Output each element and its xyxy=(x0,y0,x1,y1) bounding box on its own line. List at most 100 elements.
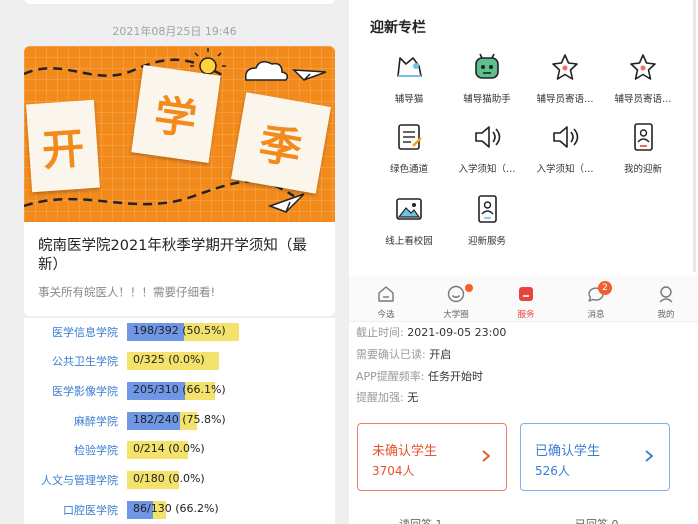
grid-item-label: 迎新服务 xyxy=(467,236,506,247)
grid-item-online-campus[interactable]: 线上看校园 xyxy=(369,194,449,254)
progress-text: 0/214 (0.0%) xyxy=(133,442,205,455)
tab-label: 今选 xyxy=(377,310,395,320)
grid-item-label: 我的迎新 xyxy=(623,164,662,175)
tab-me[interactable]: 我的 xyxy=(636,283,696,321)
cover-note-2: 学 xyxy=(131,65,221,163)
article-subtitle: 事关所有皖医人！！！需要仔细看! xyxy=(38,285,216,299)
bottom-tab-bar: 今选 大学圈 服务 2 消息 我的 xyxy=(349,276,698,322)
tab-today[interactable]: 今选 xyxy=(356,283,416,321)
grid-item-cat[interactable]: 辅导猫 xyxy=(369,52,449,112)
scrollbar[interactable] xyxy=(693,0,696,272)
tab-label: 大学圈 xyxy=(443,310,469,320)
task-panel: 今选 大学圈 服务 2 消息 我的 截止时间: 2021-09-05 23:00… xyxy=(349,276,698,524)
college-progress-panel: 医学信息学院 198/392 (50.5%) 公共卫生学院 0/325 (0.0… xyxy=(0,318,349,524)
progress-list: 医学信息学院 198/392 (50.5%) 公共卫生学院 0/325 (0.0… xyxy=(24,318,335,524)
confirm-read-value: 开启 xyxy=(429,348,452,361)
progress-text: 0/180 (0.0%) xyxy=(133,472,205,485)
section-title: 迎新专栏 xyxy=(370,20,426,36)
message-count-badge: 2 xyxy=(598,281,612,295)
college-name: 检验学院 xyxy=(74,444,118,457)
grid-item-label: 线上看校园 xyxy=(385,236,433,247)
speaker-icon xyxy=(553,126,579,148)
grid-item-label: 辅导员寄语… xyxy=(614,94,672,105)
tab-label: 服务 xyxy=(517,310,535,320)
grid-item-label: 入学须知（… xyxy=(458,164,516,175)
reminder-frequency-row: APP提醒频率: 任务开始时 xyxy=(356,368,483,384)
college-name: 医学影像学院 xyxy=(52,385,118,398)
phone-icon xyxy=(634,123,653,151)
college-name: 公共卫生学院 xyxy=(52,355,118,368)
article-panel: 2021年08月25日 19:46 开 学 季 皖南医学院2021年秋季学期开学… xyxy=(0,0,349,318)
grid-item-admission-notice-1[interactable]: 入学须知（… xyxy=(447,122,527,182)
reminder-enhance-label: 提醒加强: xyxy=(356,391,408,404)
reminder-frequency-label: APP提醒频率: xyxy=(356,370,428,383)
grid-item-label: 辅导猫 xyxy=(394,94,424,105)
grid-item-my-welcome[interactable]: 我的迎新 xyxy=(603,122,683,182)
college-name: 麻醉学院 xyxy=(74,415,118,428)
cover-note-3: 季 xyxy=(231,92,331,194)
grid-item-counselor-message-1[interactable]: 辅导员寄语… xyxy=(525,52,605,112)
college-name: 医学信息学院 xyxy=(52,326,118,339)
confirmed-students-card[interactable]: 已确认学生 526人 xyxy=(520,423,670,491)
star-icon xyxy=(630,54,656,80)
grid-item-robot[interactable]: 辅导猫助手 xyxy=(447,52,527,112)
progress-text: 0/325 (0.0%) xyxy=(133,353,205,366)
previous-card-edge xyxy=(24,0,335,4)
article-timestamp: 2021年08月25日 19:46 xyxy=(112,25,237,38)
tab-label: 我的 xyxy=(657,310,675,320)
article-title[interactable]: 皖南医学院2021年秋季学期开学须知（最新） xyxy=(38,237,328,275)
deadline-value: 2021-09-05 23:00 xyxy=(407,326,507,339)
grid-item-label: 入学须知（… xyxy=(536,164,594,175)
unconfirmed-students-card[interactable]: 未确认学生 3704人 xyxy=(357,423,507,491)
deadline-row: 截止时间: 2021-09-05 23:00 xyxy=(356,324,506,340)
progress-row[interactable]: 麻醉学院 182/240 (75.8%) xyxy=(0,410,349,432)
tab-messages[interactable]: 2 消息 xyxy=(566,281,626,321)
progress-row[interactable]: 人文与管理学院 0/180 (0.0%) xyxy=(0,469,349,491)
unread-dot xyxy=(465,284,473,292)
user-icon xyxy=(659,286,673,303)
progress-row[interactable]: 检验学院 0/214 (0.0%) xyxy=(0,439,349,461)
reminder-enhance-row: 提醒加强: 无 xyxy=(356,389,418,405)
article-card[interactable]: 开 学 季 皖南医学院2021年秋季学期开学须知（最新） 事关所有皖医人！！！需… xyxy=(24,46,335,316)
progress-row[interactable]: 公共卫生学院 0/325 (0.0%) xyxy=(0,350,349,372)
unconfirmed-title: 未确认学生 xyxy=(372,444,438,459)
robot-icon xyxy=(475,53,499,79)
unanswered-tab[interactable]: 读回答 1 xyxy=(399,516,443,524)
grid-item-green-channel[interactable]: 绿色通道 xyxy=(369,122,449,182)
reminder-enhance-value: 无 xyxy=(407,391,419,404)
welcome-column-panel: 迎新专栏 辅导猫 辅导猫助手 辅导员寄语… 辅导员寄语… 绿色通道 入学须知（…… xyxy=(349,0,698,276)
grid-item-label: 辅导员寄语… xyxy=(536,94,594,105)
star-icon xyxy=(552,54,578,80)
college-name: 人文与管理学院 xyxy=(41,474,118,487)
progress-text: 86/130 (66.2%) xyxy=(133,502,219,515)
grid-item-welcome-service[interactable]: 迎新服务 xyxy=(447,194,527,254)
progress-row[interactable]: 医学影像学院 205/310 (66.1%) xyxy=(0,380,349,402)
grid-item-admission-notice-2[interactable]: 入学须知（… xyxy=(525,122,605,182)
progress-row[interactable]: 医学信息学院 198/392 (50.5%) xyxy=(0,321,349,343)
confirm-read-row: 需要确认已读: 开启 xyxy=(356,346,451,362)
confirmed-title: 已确认学生 xyxy=(535,444,601,459)
college-name: 口腔医学院 xyxy=(63,504,118,517)
deadline-label: 截止时间: xyxy=(356,326,408,339)
service-icon xyxy=(519,287,533,301)
cover-note-1: 开 xyxy=(26,99,100,193)
tab-campus-circle[interactable]: 大学圈 xyxy=(426,283,486,321)
confirm-read-label: 需要确认已读: xyxy=(356,348,430,361)
progress-text: 182/240 (75.8%) xyxy=(133,413,226,426)
grid-item-label: 绿色通道 xyxy=(389,164,428,175)
reminder-frequency-value: 任务开始时 xyxy=(428,370,483,383)
progress-text: 198/392 (50.5%) xyxy=(133,324,226,337)
phone-icon xyxy=(478,195,497,223)
answered-tab[interactable]: 已回答 0 xyxy=(575,516,619,524)
checklist-icon xyxy=(398,124,422,150)
article-cover-image: 开 学 季 xyxy=(24,46,335,222)
progress-text: 205/310 (66.1%) xyxy=(133,383,226,396)
speaker-icon xyxy=(475,126,501,148)
tab-service[interactable]: 服务 xyxy=(496,283,556,321)
grid-item-counselor-message-2[interactable]: 辅导员寄语… xyxy=(603,52,683,112)
image-icon xyxy=(396,198,422,220)
smile-icon xyxy=(447,285,465,303)
chevron-right-icon xyxy=(645,450,654,462)
progress-row[interactable]: 口腔医学院 86/130 (66.2%) xyxy=(0,499,349,521)
chevron-right-icon xyxy=(482,450,491,462)
